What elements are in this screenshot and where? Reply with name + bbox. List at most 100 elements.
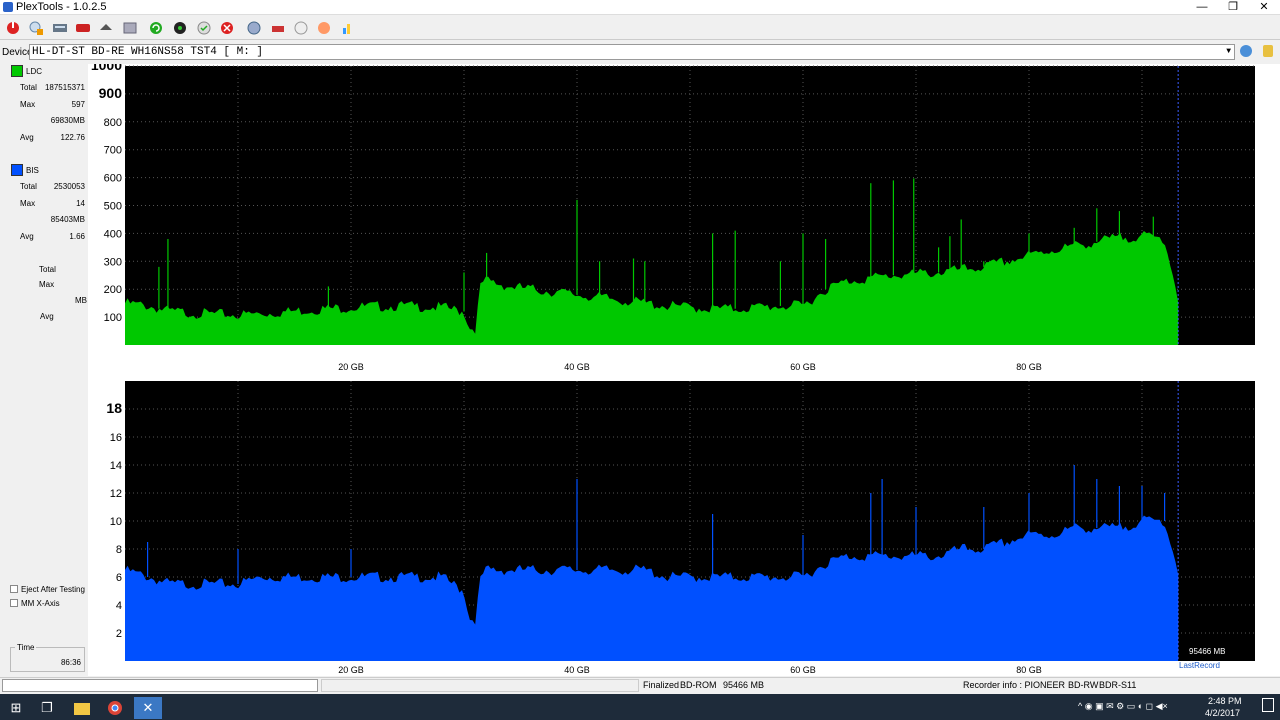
start-icon[interactable]: ⊞ <box>2 697 30 719</box>
x-tick-label: 60 GB <box>790 362 816 372</box>
last-record-label: LastRecord <box>1179 661 1220 670</box>
copy-icon[interactable] <box>291 18 311 38</box>
ldc-chart: 100 200 300 400 500 600 700 800 900 1000 20 GB 40 G… <box>91 64 1255 372</box>
ldc-max-position: 69830MB <box>50 116 85 125</box>
mmx-checkbox[interactable] <box>10 599 18 607</box>
y-tick-label: 900 <box>99 85 123 101</box>
mmx-label: MM X-Axis <box>21 599 60 608</box>
chart-icon[interactable] <box>338 18 358 38</box>
eject-icon[interactable] <box>96 18 116 38</box>
close-button[interactable]: ✕ <box>1249 0 1279 15</box>
media-size: 95466 MB <box>723 680 765 690</box>
eject-checkbox[interactable] <box>10 585 18 593</box>
app-icon <box>3 2 13 12</box>
chrome-icon[interactable] <box>101 697 129 719</box>
toolbar <box>0 15 1280 40</box>
third-mb-label: MB <box>75 296 87 305</box>
drive-info-icon[interactable] <box>50 18 70 38</box>
ldc-avg-label: Avg <box>20 133 34 142</box>
x-tick-label: 80 GB <box>1016 665 1042 675</box>
y-tick-label: 16 <box>110 432 122 444</box>
file-explorer-icon[interactable] <box>68 697 96 719</box>
ldc-max-label: Max <box>20 100 36 109</box>
ldc-legend-label: LDC <box>26 67 43 76</box>
check-icon[interactable] <box>194 18 214 38</box>
media-icon[interactable] <box>73 18 93 38</box>
third-avg-label: Avg <box>40 312 54 321</box>
task-view-icon[interactable]: ❐ <box>33 697 61 719</box>
progress-bar <box>2 679 318 692</box>
lock-icon[interactable] <box>1263 45 1273 57</box>
ldc-avg-value: 122.76 <box>60 133 85 142</box>
x-tick-label: 40 GB <box>564 665 590 675</box>
y-tick-label: 8 <box>116 544 122 556</box>
device-select[interactable]: HL-DT-ST BD-RE WH16NS58 TST4 [ M: ] ▼ <box>29 44 1235 60</box>
options-icon[interactable] <box>244 18 264 38</box>
bis-max-position: 85403MB <box>50 215 85 224</box>
y-tick-label: 12 <box>110 488 122 500</box>
bis-max-value: 14 <box>76 199 85 208</box>
chevron-down-icon: ▼ <box>1226 47 1231 56</box>
title-bar <box>0 0 1280 15</box>
x-tick-label: 20 GB <box>338 665 364 675</box>
stop-icon[interactable] <box>217 18 237 38</box>
refresh-device-icon[interactable] <box>1240 45 1252 57</box>
bis-avg-label: Avg <box>20 232 34 241</box>
y-tick-label: 100 <box>104 312 122 324</box>
y-tick-label: 200 <box>104 284 122 296</box>
x-tick-label: 20 GB <box>338 362 364 372</box>
bis-legend-label: BIS <box>26 166 39 175</box>
end-size-label: 95466 MB <box>1189 647 1225 656</box>
time-value: 86:36 <box>60 658 81 667</box>
network-icon[interactable] <box>314 18 334 38</box>
y-tick-label: 18 <box>106 400 122 416</box>
refresh-icon[interactable] <box>146 18 166 38</box>
recorder-type: BD-RW <box>1068 680 1099 690</box>
bis-chart: 2 4 6 8 10 12 14 16 18 20 GB 40 GB 60 GB 80 GB 95466 … <box>106 381 1255 675</box>
y-tick-label: 300 <box>104 256 122 268</box>
third-max-label: Max <box>39 280 55 289</box>
x-tick-label: 60 GB <box>790 665 816 675</box>
disc-info-icon[interactable] <box>26 18 46 38</box>
y-tick-label: 1000 <box>91 64 122 73</box>
time-label: Time <box>15 643 37 652</box>
recorder-info: Recorder info : PIONEER <box>963 680 1066 690</box>
ldc-total-value: 187515371 <box>44 83 85 92</box>
media-type: BD-ROM <box>680 680 717 690</box>
y-tick-label: 700 <box>104 145 122 157</box>
y-tick-label: 400 <box>104 228 122 240</box>
y-tick-label: 6 <box>116 572 122 584</box>
recorder-model: BDR-S11 <box>1099 680 1137 690</box>
notifications-icon[interactable] <box>1262 698 1274 712</box>
status-field <box>321 679 639 692</box>
window-title: PlexTools - 1.0.2.5 <box>16 1 107 13</box>
bis-total-value: 2530053 <box>53 182 85 191</box>
y-tick-label: 500 <box>104 201 122 213</box>
y-tick-label: 4 <box>116 600 122 612</box>
bis-avg-value: 1.66 <box>69 232 85 241</box>
x-tick-label: 40 GB <box>564 362 590 372</box>
x-tick-label: 80 GB <box>1016 362 1042 372</box>
plextools-taskbar-icon[interactable]: ✕ <box>134 697 162 719</box>
ldc-max-value: 597 <box>71 100 85 109</box>
bis-max-label: Max <box>20 199 36 208</box>
eject-label: Eject After Testing <box>21 585 85 594</box>
power-icon[interactable] <box>3 18 23 38</box>
minimize-button[interactable]: — <box>1187 0 1217 15</box>
restore-button[interactable]: ❐ <box>1218 0 1248 15</box>
ldc-legend-swatch <box>11 65 23 77</box>
finalized-status: Finalized <box>643 680 680 690</box>
y-tick-label: 600 <box>104 173 122 185</box>
y-tick-label: 800 <box>104 117 122 129</box>
scan-icon[interactable] <box>170 18 190 38</box>
device-value: HL-DT-ST BD-RE WH16NS58 TST4 [ M: ] <box>32 46 264 58</box>
clock-time: 2:48 PM <box>1208 696 1242 706</box>
save-icon[interactable] <box>120 18 140 38</box>
tray-icons[interactable]: ^ ◉ ▣ ✉ ⚙ ▭ ◐ ◻ ◀× <box>1078 701 1168 712</box>
y-tick-label: 2 <box>116 628 122 640</box>
y-tick-label: 10 <box>110 516 122 528</box>
burn-icon[interactable] <box>268 18 288 38</box>
y-tick-label: 14 <box>110 460 122 472</box>
bis-legend-swatch <box>11 164 23 176</box>
third-total-label: Total <box>39 265 56 274</box>
